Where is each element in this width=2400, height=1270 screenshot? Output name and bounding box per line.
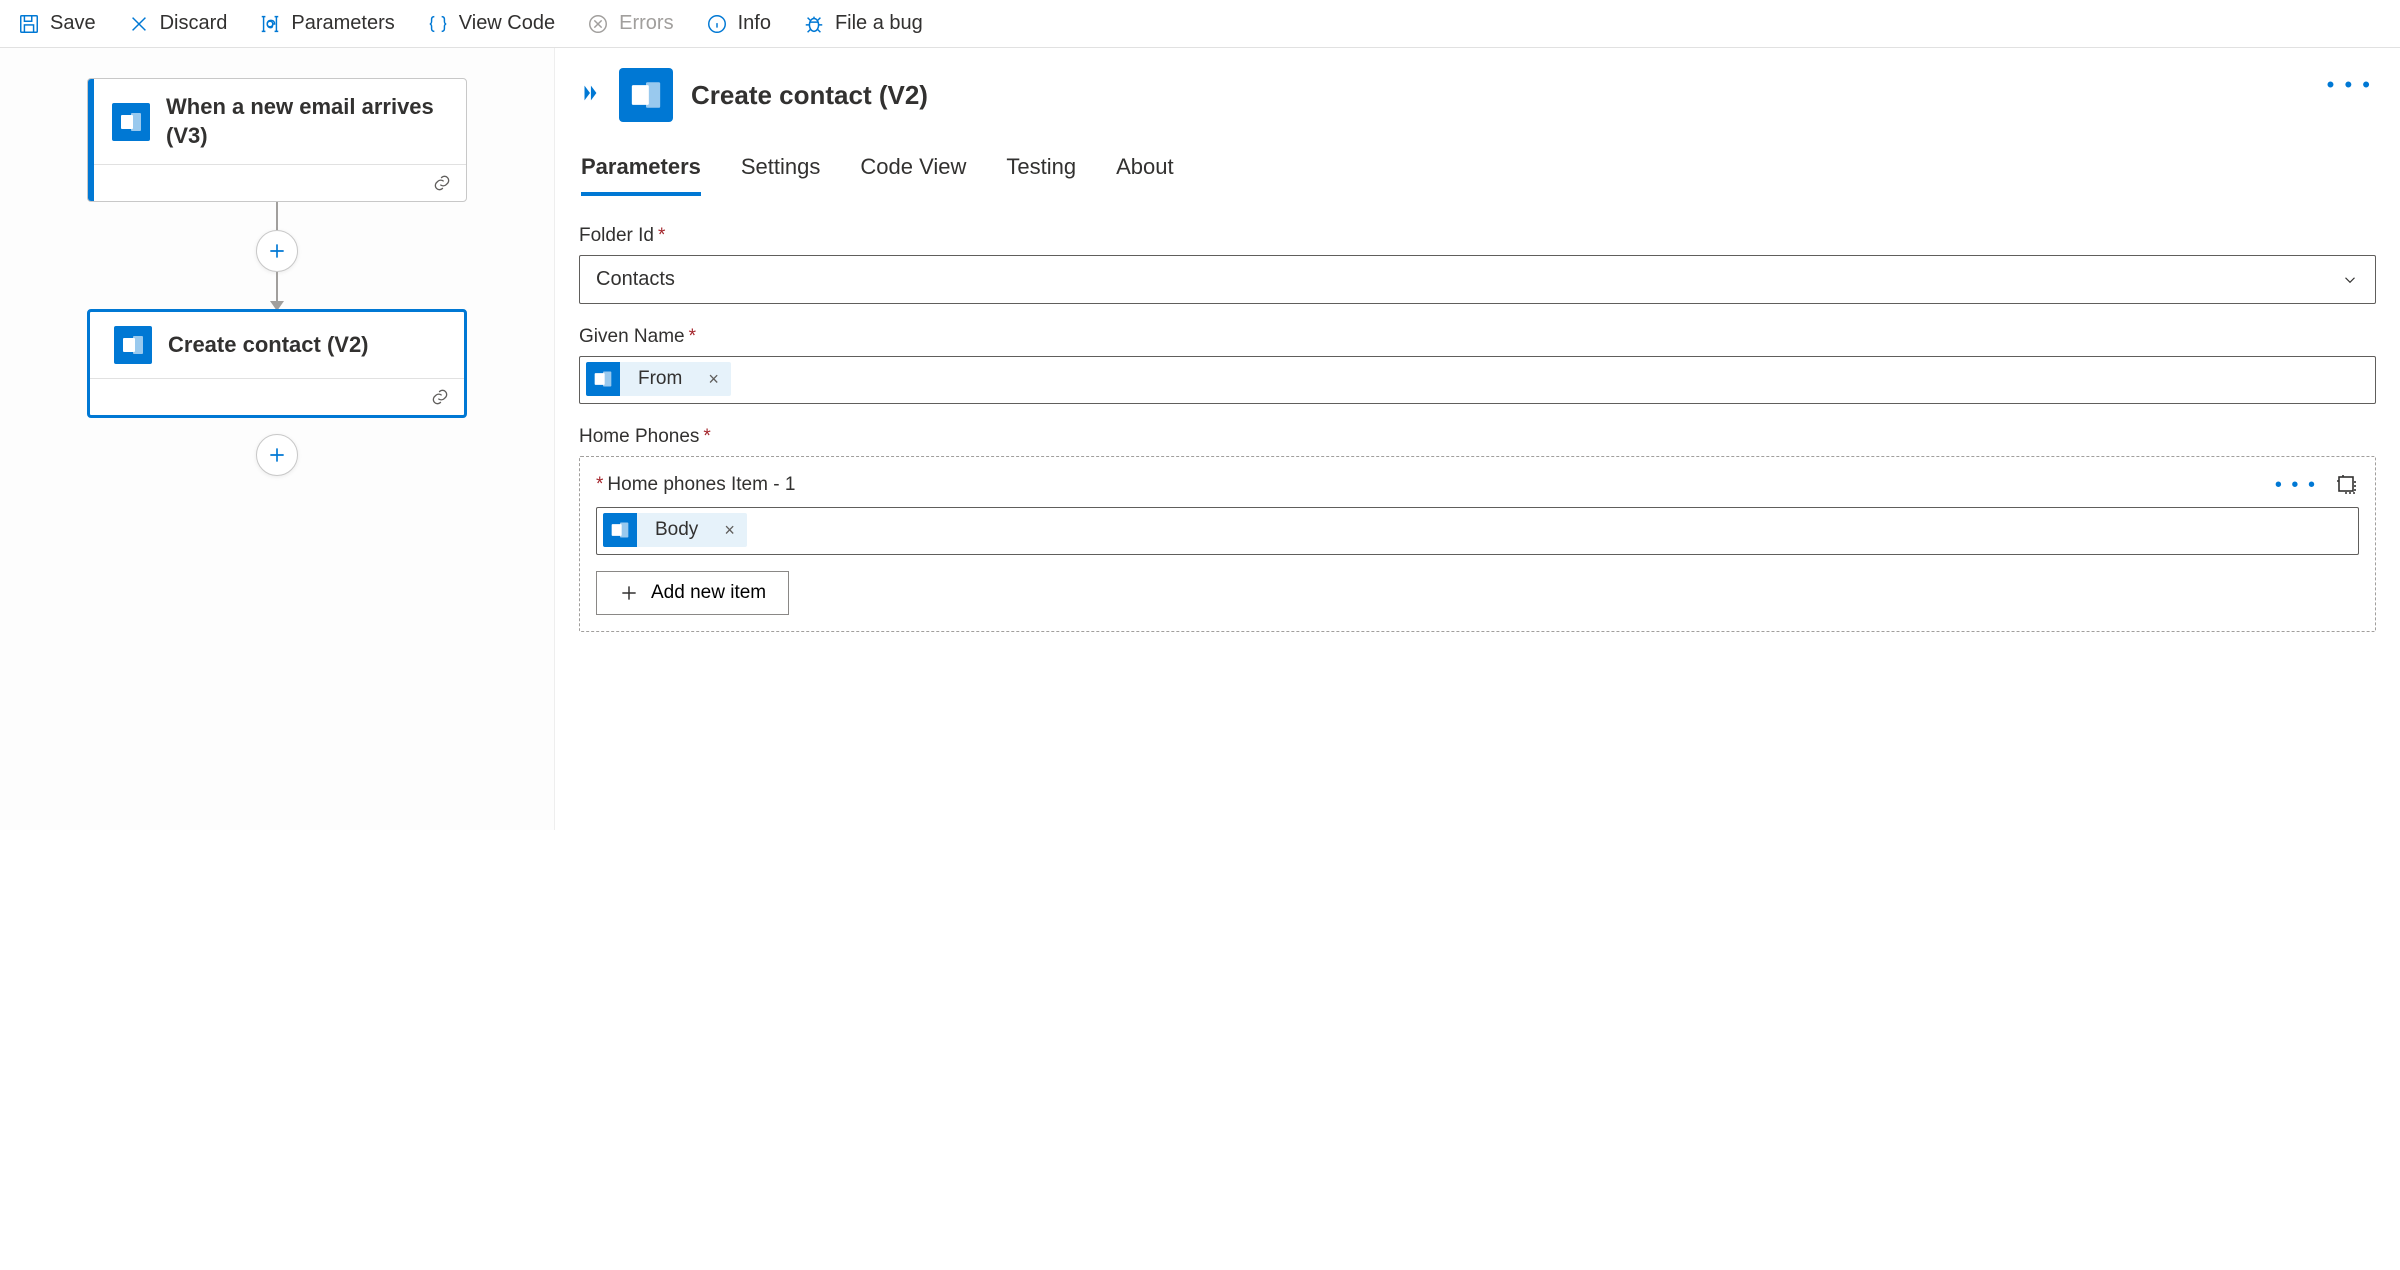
outlook-icon bbox=[619, 68, 673, 122]
file-bug-button[interactable]: File a bug bbox=[803, 12, 923, 35]
parameters-button[interactable]: Parameters bbox=[259, 12, 394, 35]
save-button[interactable]: Save bbox=[18, 12, 96, 35]
add-step-button[interactable] bbox=[256, 230, 298, 272]
tab-settings[interactable]: Settings bbox=[741, 154, 821, 196]
tab-parameters[interactable]: Parameters bbox=[581, 154, 701, 196]
outlook-icon bbox=[586, 362, 620, 396]
plus-icon bbox=[619, 583, 639, 603]
outlook-icon bbox=[114, 326, 152, 364]
info-label: Info bbox=[738, 12, 771, 35]
collapse-panel-button[interactable] bbox=[579, 82, 601, 109]
file-bug-label: File a bug bbox=[835, 12, 923, 35]
save-icon bbox=[18, 13, 40, 35]
parameters-label: Parameters bbox=[291, 12, 394, 35]
folder-id-label: Folder Id* bbox=[579, 225, 2376, 247]
view-code-button[interactable]: View Code bbox=[427, 12, 555, 35]
view-code-label: View Code bbox=[459, 12, 555, 35]
discard-label: Discard bbox=[160, 12, 228, 35]
trigger-node[interactable]: When a new email arrives (V3) bbox=[87, 78, 467, 202]
workflow-canvas: When a new email arrives (V3) Create con… bbox=[0, 48, 555, 830]
action-node[interactable]: Create contact (V2) bbox=[87, 309, 467, 418]
bug-icon bbox=[803, 13, 825, 35]
panel-tabs: Parameters Settings Code View Testing Ab… bbox=[579, 154, 2376, 197]
trigger-title: When a new email arrives (V3) bbox=[166, 93, 448, 150]
home-phones-array: *Home phones Item - 1 • • • Body × Ad bbox=[579, 456, 2376, 632]
given-name-label: Given Name* bbox=[579, 326, 2376, 348]
panel-more-menu[interactable]: • • • bbox=[2327, 72, 2372, 98]
panel-title: Create contact (V2) bbox=[691, 80, 928, 111]
tab-code-view[interactable]: Code View bbox=[860, 154, 966, 196]
field-given-name: Given Name* From × bbox=[579, 326, 2376, 404]
item-more-menu[interactable]: • • • bbox=[2275, 474, 2317, 497]
discard-button[interactable]: Discard bbox=[128, 12, 228, 35]
field-folder-id: Folder Id* Contacts bbox=[579, 225, 2376, 304]
home-phones-item-label: *Home phones Item - 1 bbox=[596, 474, 795, 496]
token-remove-button[interactable]: × bbox=[712, 520, 747, 541]
info-icon bbox=[706, 13, 728, 35]
toolbar: Save Discard Parameters View Code Errors… bbox=[0, 0, 2400, 48]
field-home-phones: Home Phones* *Home phones Item - 1 • • •… bbox=[579, 426, 2376, 632]
outlook-icon bbox=[112, 103, 150, 141]
tab-about[interactable]: About bbox=[1116, 154, 1174, 196]
outlook-icon bbox=[603, 513, 637, 547]
action-title: Create contact (V2) bbox=[168, 331, 369, 360]
details-panel: • • • Create contact (V2) Parameters Set… bbox=[555, 48, 2400, 830]
errors-label: Errors bbox=[619, 12, 673, 35]
add-step-button-tail[interactable] bbox=[256, 434, 298, 476]
home-phones-label: Home Phones* bbox=[579, 426, 2376, 448]
info-button[interactable]: Info bbox=[706, 12, 771, 35]
connector bbox=[45, 200, 509, 311]
main-area: When a new email arrives (V3) Create con… bbox=[0, 48, 2400, 830]
add-new-item-button[interactable]: Add new item bbox=[596, 571, 789, 615]
token-remove-button[interactable]: × bbox=[696, 369, 731, 390]
error-icon bbox=[587, 13, 609, 35]
save-label: Save bbox=[50, 12, 96, 35]
link-icon[interactable] bbox=[432, 173, 452, 193]
home-phones-item-input[interactable]: Body × bbox=[596, 507, 2359, 555]
close-icon bbox=[128, 13, 150, 35]
braces-icon bbox=[427, 13, 449, 35]
at-parameters-icon bbox=[259, 13, 281, 35]
link-icon[interactable] bbox=[430, 387, 450, 407]
errors-button[interactable]: Errors bbox=[587, 12, 673, 35]
token-body[interactable]: Body × bbox=[603, 513, 747, 547]
folder-id-select[interactable]: Contacts bbox=[579, 255, 2376, 304]
token-from[interactable]: From × bbox=[586, 362, 731, 396]
tab-testing[interactable]: Testing bbox=[1006, 154, 1076, 196]
chevron-down-icon bbox=[2341, 271, 2359, 289]
switch-mode-icon[interactable] bbox=[2335, 473, 2359, 497]
given-name-input[interactable]: From × bbox=[579, 356, 2376, 404]
folder-id-value: Contacts bbox=[596, 268, 675, 291]
